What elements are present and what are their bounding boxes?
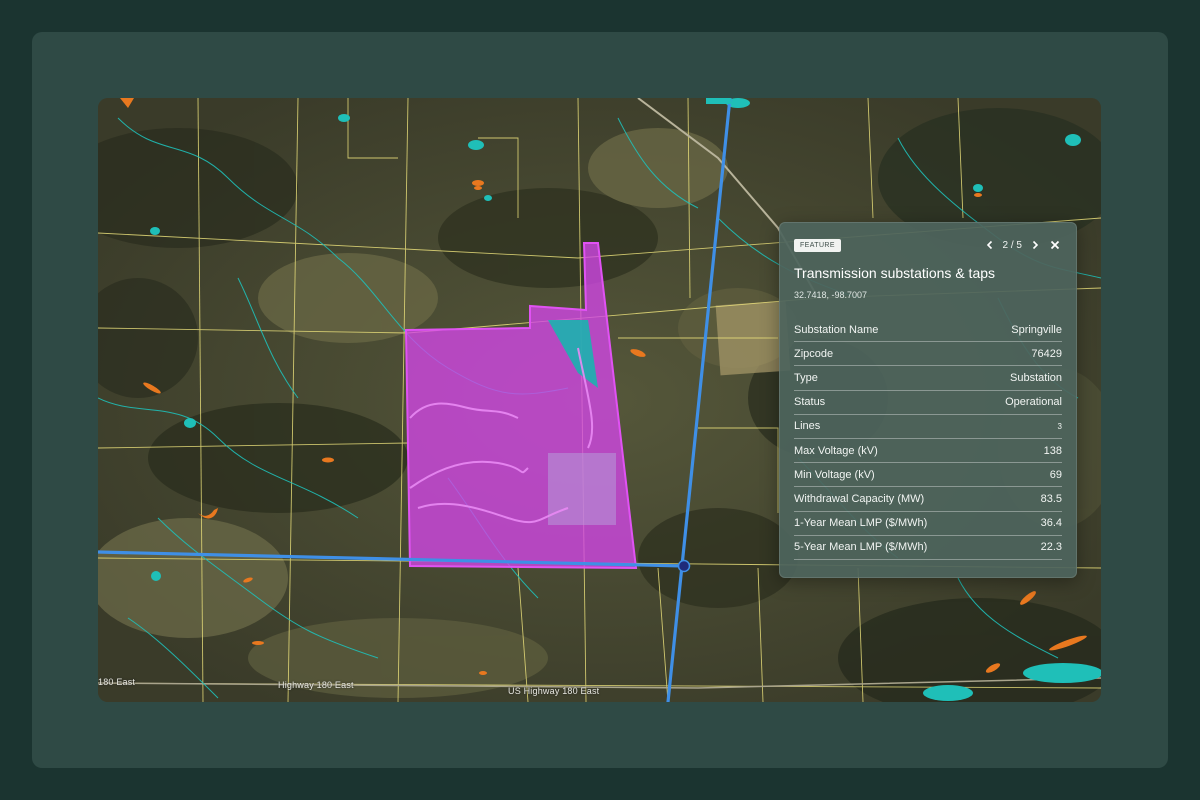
attribute-table: Substation Name Springville Zipcode 76429 … [794, 318, 1062, 560]
attr-value: 138 [1043, 444, 1062, 457]
feature-coordinates: 32.7418, -98.7007 [794, 290, 868, 300]
attr-value: Springville [1011, 323, 1062, 336]
chevron-left-icon[interactable] [983, 238, 997, 252]
attr-value: Operational [1005, 396, 1062, 409]
attr-value: 83.5 [1040, 492, 1062, 505]
attr-row-zipcode: Zipcode 76429 [794, 342, 1062, 367]
road-label-highway-180: Highway 180 East [278, 680, 354, 690]
attr-row-5yr-lmp: 5-Year Mean LMP ($/MWh) 22.3 [794, 536, 1062, 560]
attr-row-1yr-lmp: 1-Year Mean LMP ($/MWh) 36.4 [794, 512, 1062, 536]
attr-label: Min Voltage (kV) [794, 468, 875, 481]
attr-label: Withdrawal Capacity (MW) [794, 492, 925, 505]
parcel-subregion [548, 453, 616, 525]
attr-label: 1-Year Mean LMP ($/MWh) [794, 517, 928, 530]
water-north [706, 98, 731, 104]
attr-label: Zipcode [794, 347, 834, 360]
attr-value: Substation [1010, 371, 1062, 384]
attr-value: 76429 [1031, 347, 1062, 360]
feature-info-panel: FEATURE 2 / 5 Transmission substations &… [779, 222, 1077, 578]
chevron-right-icon[interactable] [1028, 238, 1042, 252]
substation-marker [677, 559, 691, 573]
attr-row-lines: Lines 3 [794, 415, 1062, 439]
attr-label: 5-Year Mean LMP ($/MWh) [794, 541, 928, 554]
attr-row-type: Type Substation [794, 366, 1062, 391]
attr-row-withdrawal-capacity: Withdrawal Capacity (MW) 83.5 [794, 487, 1062, 512]
close-icon[interactable] [1048, 238, 1062, 252]
attr-label: Max Voltage (kV) [794, 444, 878, 457]
attr-row-min-voltage: Min Voltage (kV) 69 [794, 463, 1062, 488]
attr-label: Type [794, 371, 818, 384]
attr-value: 69 [1049, 468, 1062, 481]
attr-row-status: Status Operational [794, 391, 1062, 415]
feature-pager: 2 / 5 [983, 238, 1062, 252]
road-label-180-east: 180 East [98, 677, 136, 687]
attr-row-max-voltage: Max Voltage (kV) 138 [794, 439, 1062, 464]
road-label-us-highway-180: US Highway 180 East [508, 686, 600, 696]
attr-label: Lines [794, 420, 821, 433]
attr-value: 3 [1057, 421, 1062, 431]
pager-count: 2 / 5 [1002, 239, 1022, 251]
attr-row-substation-name: Substation Name Springville [794, 318, 1062, 343]
attr-value: 36.4 [1040, 517, 1062, 530]
attr-label: Substation Name [794, 323, 879, 336]
panel-header: FEATURE 2 / 5 [794, 237, 1062, 253]
attr-value: 22.3 [1040, 541, 1062, 554]
attr-label: Status [794, 396, 826, 409]
feature-badge: FEATURE [794, 238, 841, 252]
feature-title: Transmission substations & taps [794, 265, 996, 281]
